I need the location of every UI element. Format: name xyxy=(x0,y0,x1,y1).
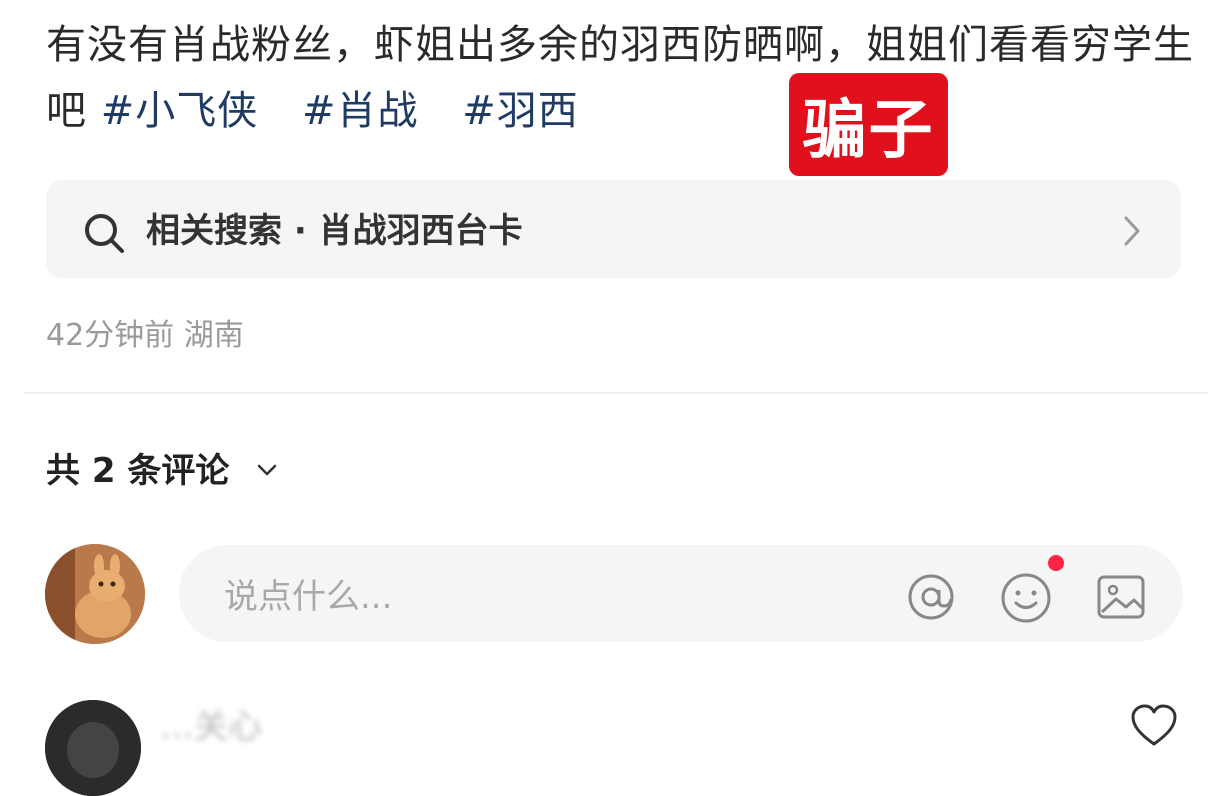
user-avatar[interactable] xyxy=(45,544,145,644)
emoji-icon[interactable] xyxy=(998,570,1054,626)
comment-count-toggle[interactable]: 共 2 条评论 xyxy=(46,444,229,498)
search-icon xyxy=(85,214,124,253)
chevron-right-icon[interactable] xyxy=(1118,214,1146,248)
hashtag-xiaofeixia[interactable]: #小飞侠 xyxy=(101,88,259,134)
related-search-label[interactable]: 相关搜索 · 肖战羽西台卡 xyxy=(146,206,523,256)
divider xyxy=(24,392,1208,394)
notification-dot xyxy=(1048,555,1064,571)
scammer-stamp: 骗子 xyxy=(789,73,948,176)
chevron-down-icon[interactable] xyxy=(255,460,279,480)
hashtag-xiaozhan[interactable]: #肖战 xyxy=(302,88,419,134)
commenter-name[interactable]: …关心 xyxy=(160,702,262,752)
rabbit-avatar-image xyxy=(45,544,145,644)
heart-icon[interactable] xyxy=(1130,704,1178,748)
image-icon[interactable] xyxy=(1096,572,1146,622)
at-mention-icon[interactable] xyxy=(904,572,958,622)
post-body: 有没有肖战粉丝，虾姐出多余的羽西防晒啊，姐姐们看看穷学生吧 #小飞侠 #肖战 #… xyxy=(46,12,1196,144)
commenter-avatar[interactable] xyxy=(45,700,141,796)
hashtag-yuxi[interactable]: #羽西 xyxy=(462,88,579,134)
commenter-avatar-image xyxy=(45,700,141,796)
comment-input-placeholder[interactable]: 说点什么... xyxy=(224,572,392,622)
post-time-location: 42分钟前 湖南 xyxy=(46,318,244,353)
